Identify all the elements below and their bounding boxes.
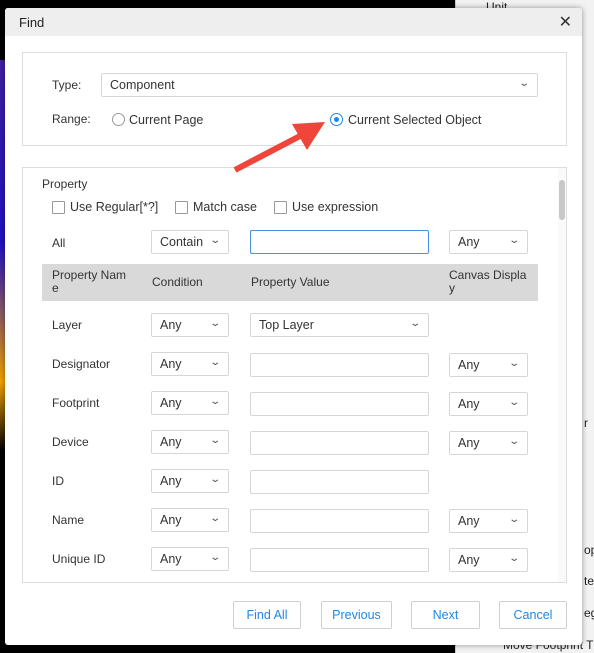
annotation-arrow xyxy=(233,122,325,173)
arrow-shaft xyxy=(233,133,302,173)
